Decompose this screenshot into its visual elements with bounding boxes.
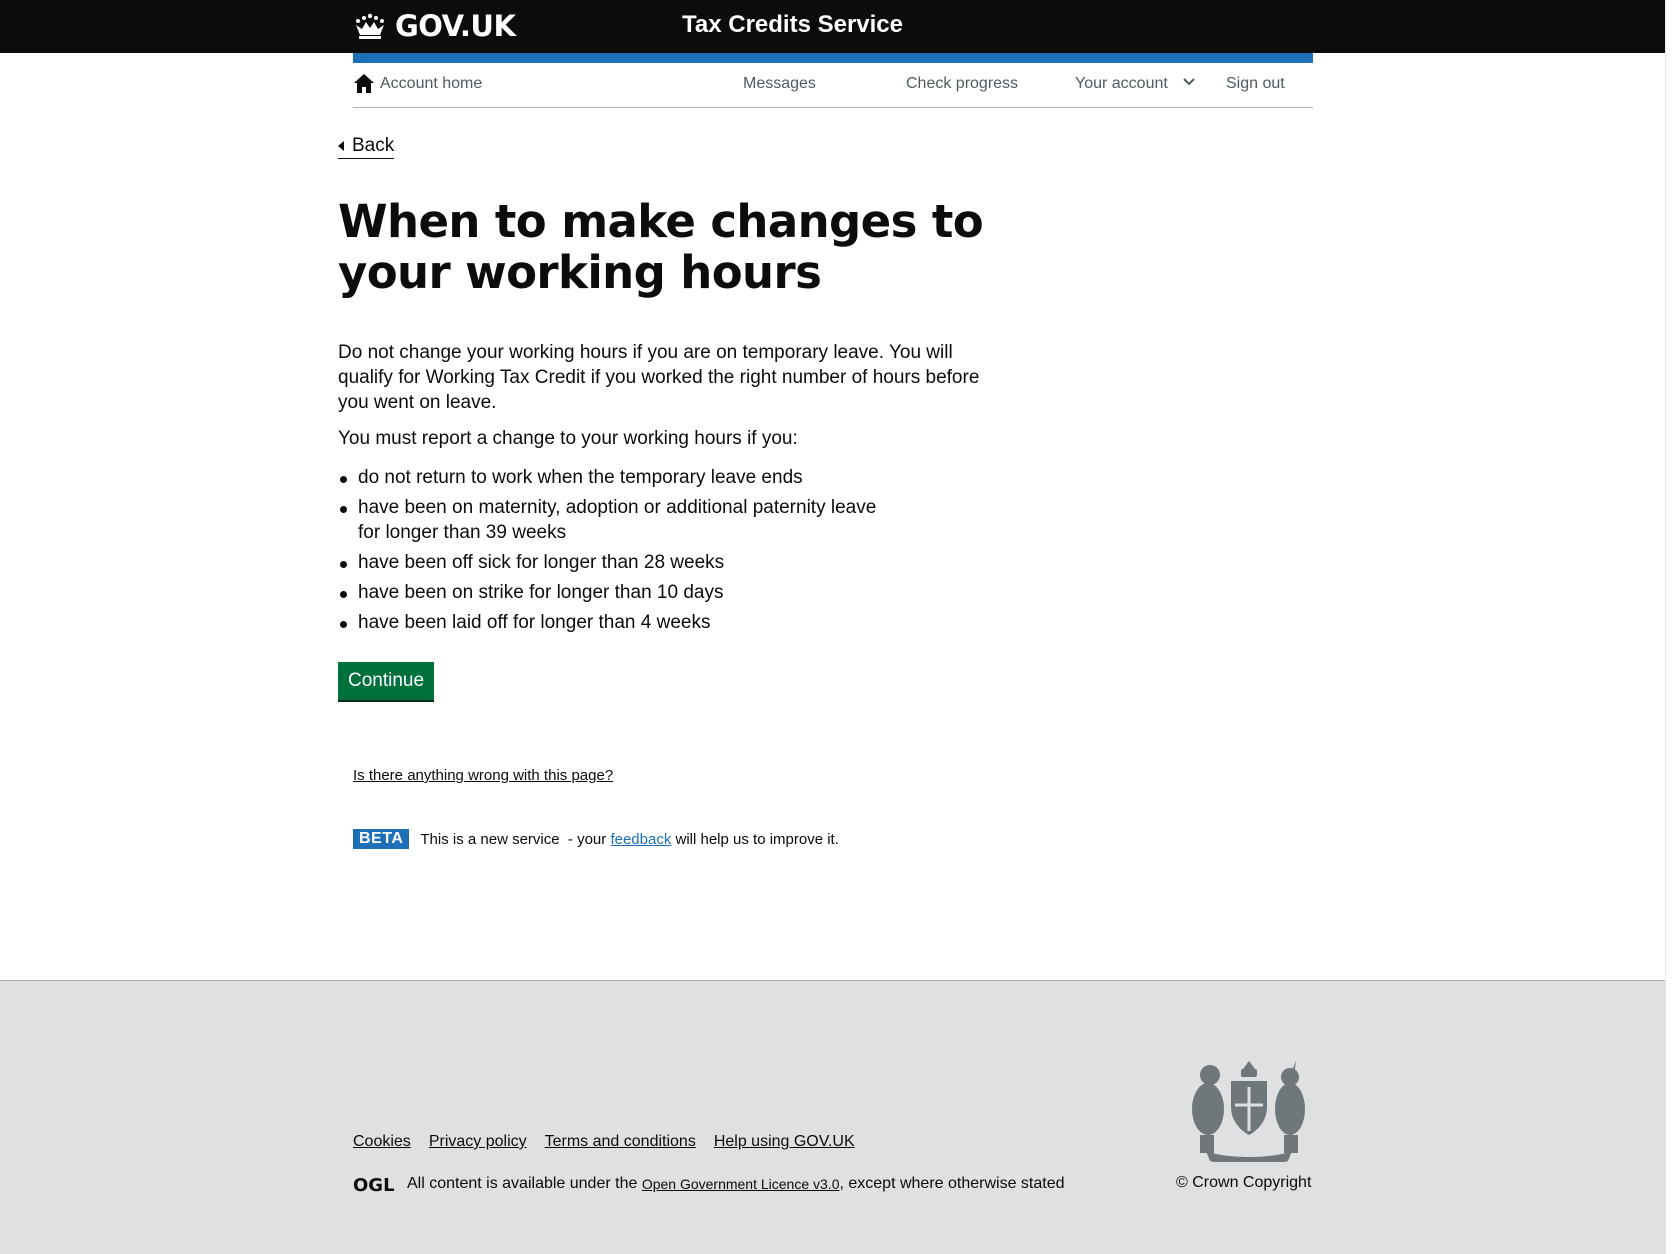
beta-text-after: will help us to improve it. (671, 830, 839, 848)
check-progress-link[interactable]: Check progress (906, 75, 1018, 93)
back-arrow-icon (338, 141, 344, 151)
page-title: When to make changes to your working hou… (338, 195, 984, 299)
list-item: do not return to work when the temporary… (338, 465, 898, 490)
govuk-logo-link[interactable]: GOV.UK (353, 8, 516, 44)
privacy-policy-link[interactable]: Privacy policy (429, 1133, 527, 1151)
terms-and-conditions-link[interactable]: Terms and conditions (545, 1133, 696, 1151)
report-problem-link[interactable]: Is there anything wrong with this page? (353, 767, 613, 784)
crown-copyright-link[interactable]: © Crown Copyright (1176, 1174, 1311, 1192)
continue-button[interactable]: Continue (338, 662, 435, 700)
list-item: have been off sick for longer than 28 we… (338, 550, 898, 575)
chevron-down-icon[interactable] (1183, 77, 1195, 87)
sign-out-link[interactable]: Sign out (1226, 75, 1285, 93)
account-home-label: Account home (380, 75, 483, 92)
beta-text-before: This is a new service - your (420, 830, 611, 848)
crown-icon (356, 13, 384, 39)
cookies-link[interactable]: Cookies (353, 1133, 411, 1151)
home-icon (354, 74, 374, 93)
logo-text: GOV.UK (395, 9, 516, 43)
licence-text-after: , except where otherwise stated (839, 1175, 1065, 1192)
account-nav: Account home Messages Check progress You… (353, 63, 1313, 108)
your-account-link[interactable]: Your account (1075, 75, 1168, 93)
conditions-list: do not return to work when the temporary… (338, 465, 898, 640)
body-paragraph-report-intro: You must report a change to your working… (338, 428, 798, 449)
footer-links: Cookies Privacy policy Terms and conditi… (353, 1133, 855, 1151)
licence-text-before: All content is available under the (407, 1175, 642, 1192)
vertical-scrollbar[interactable] (1665, 0, 1680, 1253)
ogl-logo-icon: OGL (353, 1175, 395, 1193)
svg-text:OGL: OGL (353, 1175, 395, 1193)
phase-banner: BETA This is a new service - your feedba… (353, 827, 839, 851)
royal-coat-of-arms-icon (1192, 1061, 1305, 1162)
beta-tag: BETA (353, 829, 410, 849)
list-item: have been on strike for longer than 10 d… (338, 580, 898, 605)
body-paragraph-temporary-leave: Do not change your working hours if you … (338, 342, 980, 413)
open-government-licence-link[interactable]: Open Government Licence v3.0 (642, 1176, 840, 1192)
site-header: GOV.UK Tax Credits Service (0, 0, 1666, 53)
list-item: have been on maternity, adoption or addi… (338, 495, 898, 545)
site-footer: Cookies Privacy policy Terms and conditi… (0, 980, 1666, 1254)
back-link[interactable]: Back (338, 134, 395, 159)
help-using-govuk-link[interactable]: Help using GOV.UK (714, 1133, 855, 1151)
service-name-link[interactable]: Tax Credits Service (682, 11, 903, 39)
page: GOV.UK Tax Credits Service Account home … (0, 0, 1666, 1254)
feedback-link[interactable]: feedback (610, 831, 671, 848)
header-blue-bar (353, 53, 1313, 63)
licence-row: OGL All content is available under the O… (353, 1172, 1065, 1196)
back-label: Back (352, 135, 395, 156)
list-item: have been laid off for longer than 4 wee… (338, 610, 898, 635)
messages-link[interactable]: Messages (743, 75, 816, 93)
